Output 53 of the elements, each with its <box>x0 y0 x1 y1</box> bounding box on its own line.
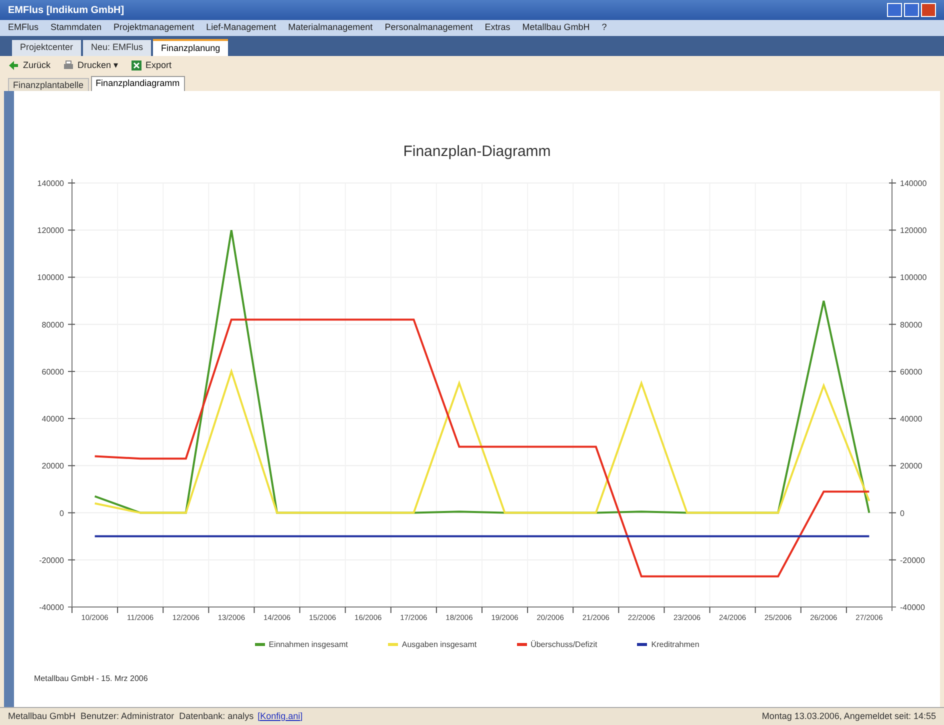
y-tick-label: 100000 <box>900 272 927 282</box>
y-tick-label: 40000 <box>900 414 922 424</box>
status-text: Montag 13.03.2006, Angemeldet seit: 14:55 <box>762 710 936 723</box>
close-button[interactable] <box>921 3 936 17</box>
chart-footer: Metallbau GmbH - 15. Mrz 2006 <box>34 672 148 684</box>
tab[interactable]: Finanzplantabelle <box>8 78 89 91</box>
y-tick-label: -20000 <box>900 555 925 564</box>
config-link[interactable]: [Konfig.ani] <box>258 710 303 724</box>
menu-item[interactable]: ? <box>602 21 607 35</box>
y-tick-label: 140000 <box>900 178 927 188</box>
y-tick-label: 120000 <box>37 226 64 235</box>
y-tick-label: -40000 <box>900 602 925 612</box>
tab[interactable]: Finanzplanung <box>153 39 228 56</box>
toolbar-button[interactable]: Export <box>130 58 172 72</box>
y-tick-label: 140000 <box>37 178 64 188</box>
chart-title: Finanzplan-Diagramm <box>403 142 551 162</box>
y-tick-label: 40000 <box>42 414 64 424</box>
menu-item[interactable]: Lief-Management <box>206 21 276 35</box>
y-tick-label: 100000 <box>37 272 64 282</box>
menu-item[interactable]: Projektmanagement <box>114 21 194 35</box>
menu-item[interactable]: Materialmanagement <box>288 21 373 35</box>
y-tick-label: 20000 <box>42 461 64 470</box>
menu-item[interactable]: Stammdaten <box>50 21 102 35</box>
window-title: EMFlus [Indikum GmbH] <box>8 4 124 18</box>
minimize-button[interactable] <box>887 3 902 17</box>
y-tick-label: 0 <box>900 508 904 518</box>
y-tick-label: 80000 <box>900 320 922 329</box>
y-tick-label: -20000 <box>39 555 64 564</box>
y-tick-label: 60000 <box>900 366 922 376</box>
menu-item[interactable]: EMFlus <box>8 21 39 35</box>
legend-label: Einnahmen insgesamt <box>268 638 348 650</box>
status-text: Metallbau GmbH Benutzer: Administrator Datenbank: analys <box>8 710 254 723</box>
menu-item[interactable]: Personalmanagement <box>384 21 473 35</box>
y-tick-label: 120000 <box>900 226 927 235</box>
maximize-button[interactable] <box>904 3 919 17</box>
y-tick-label: 20000 <box>900 461 922 470</box>
toolbar-button[interactable]: Drucken ▾ <box>62 58 119 72</box>
y-tick-label: 0 <box>60 508 64 518</box>
printer-icon <box>62 60 74 71</box>
menu-item[interactable]: Extras <box>484 21 510 35</box>
y-tick-label: -40000 <box>39 602 64 612</box>
tab[interactable]: Projektcenter <box>12 40 82 56</box>
tab[interactable]: Finanzplandiagramm <box>90 76 185 91</box>
legend-label: Kreditrahmen <box>651 638 700 650</box>
y-tick-label: 60000 <box>42 366 64 376</box>
legend-label: Überschuss/Defizit <box>530 638 598 650</box>
arrow-left-icon <box>8 60 19 71</box>
y-tick-label: 80000 <box>42 320 64 329</box>
tab[interactable]: Neu: EMFlus <box>83 40 152 56</box>
spreadsheet-icon <box>130 60 142 71</box>
menu-item[interactable]: Metallbau GmbH <box>522 21 590 35</box>
toolbar-button[interactable]: Zurück <box>8 58 51 72</box>
legend-label: Ausgaben insgesamt <box>402 638 477 650</box>
